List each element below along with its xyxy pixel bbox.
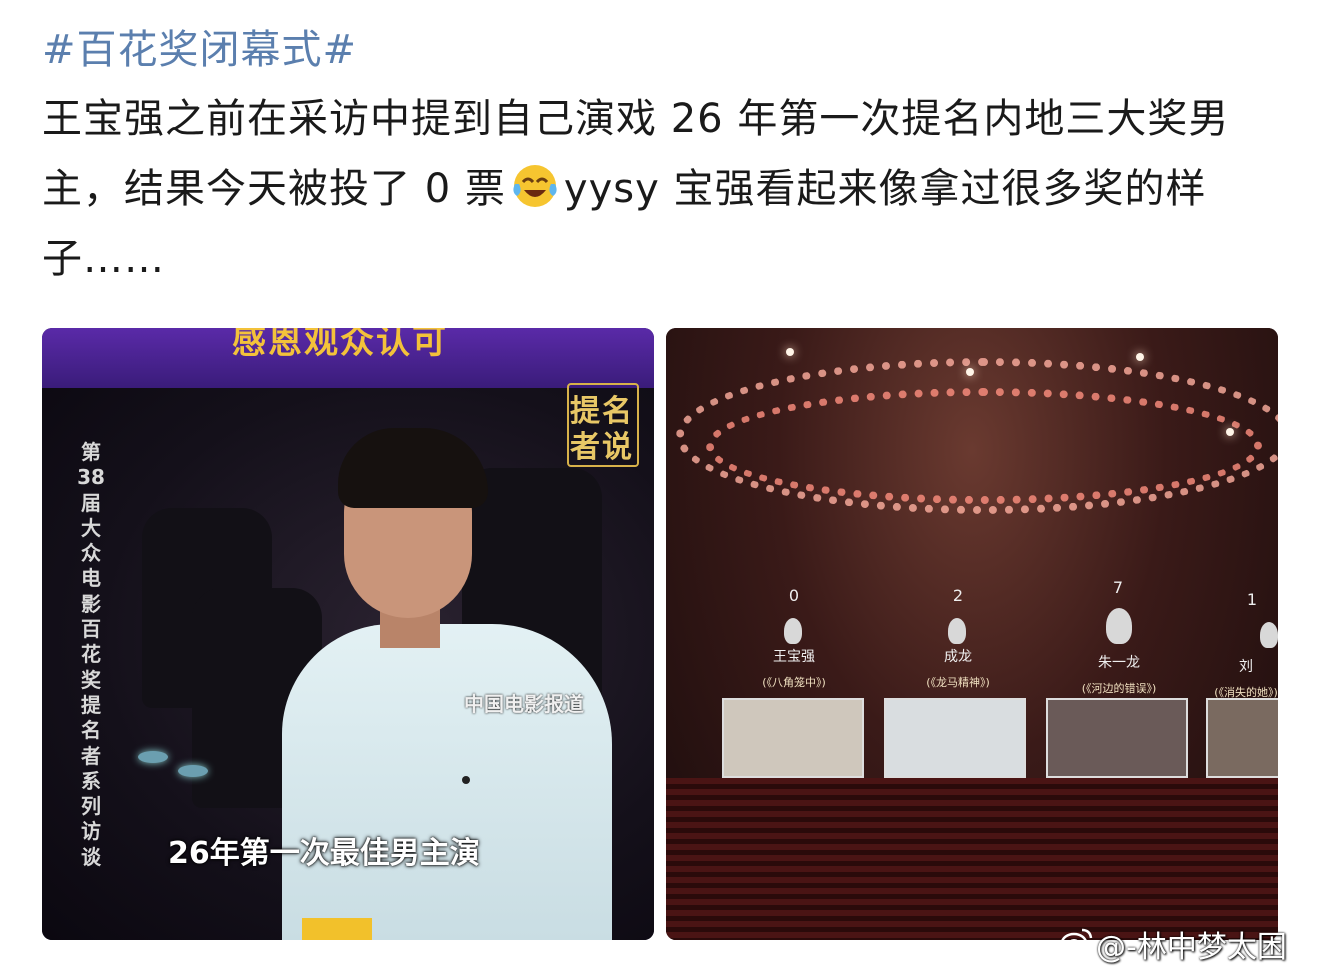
weibo-post: #百花奖闭幕式# 王宝强之前在采访中提到自己演戏 26 年第一次提名内地三大奖男… [42, 22, 1282, 294]
stage-spotlight [786, 348, 794, 356]
trophy-icon [948, 618, 966, 644]
stage-spotlight [1136, 353, 1144, 361]
weibo-logo-icon [1060, 928, 1093, 954]
light-ring [706, 388, 1262, 504]
top-banner: 感恩观众认可 [42, 328, 654, 388]
interview-photo[interactable]: 感恩观众认可 第38届大众电影百花奖提名者系列访谈 提 名 者 说 中国电影报道… [42, 328, 654, 940]
lapel-mic [462, 776, 470, 784]
hair [338, 428, 488, 508]
nominee-name: 刘 [1239, 659, 1253, 675]
top-banner-text: 感恩观众认可 [232, 328, 448, 362]
vote-count: 0 [788, 586, 800, 605]
post-body: 王宝强之前在采访中提到自己演戏 26 年第一次提名内地三大奖男主，结果今天被投了… [42, 84, 1282, 294]
nominee-screen [1046, 698, 1188, 778]
trophy-icon [1260, 622, 1278, 648]
laughing-crying-emoji-icon [513, 165, 557, 207]
stage-spotlight [1226, 428, 1234, 436]
series-vertical-title: 第38届大众电影百花奖提名者系列访谈 [77, 440, 105, 869]
topic-hashtag-link[interactable]: #百花奖闭幕式# [42, 22, 1282, 78]
weibo-watermark: @-林中梦太困 [1096, 930, 1287, 965]
bottom-logo-fragment [302, 918, 372, 940]
nominee-screen [884, 698, 1026, 778]
white-shirt [282, 624, 612, 940]
video-subtitle: 26年第一次最佳男主演 [168, 836, 480, 871]
vote-count: 2 [952, 586, 964, 605]
floor-lights [138, 751, 228, 781]
stage-spotlight [966, 368, 974, 376]
nominee-film: (《龙马精神》) [926, 676, 990, 689]
nominee-name: 朱一龙 [1098, 655, 1140, 671]
nominee-name: 王宝强 [773, 649, 815, 665]
audience-seats [666, 778, 1278, 940]
ceremony-photo[interactable]: 0 王宝强 (《八角笼中》) 2 成龙 (《龙马精神》) 7 朱一龙 (《河边的… [666, 328, 1278, 940]
nominee-film: (《八角笼中》) [762, 676, 826, 689]
nominee-film: (《河边的错误》) [1081, 682, 1157, 695]
source-watermark: 中国电影报道 [464, 692, 584, 716]
nominee-name: 成龙 [944, 649, 972, 665]
vote-count: 7 [1112, 578, 1124, 597]
trophy-icon [1106, 608, 1132, 644]
trophy-icon [784, 618, 802, 644]
vote-count: 1 [1246, 590, 1258, 609]
nominee-screen [722, 698, 864, 778]
nominee-screen [1206, 698, 1278, 778]
